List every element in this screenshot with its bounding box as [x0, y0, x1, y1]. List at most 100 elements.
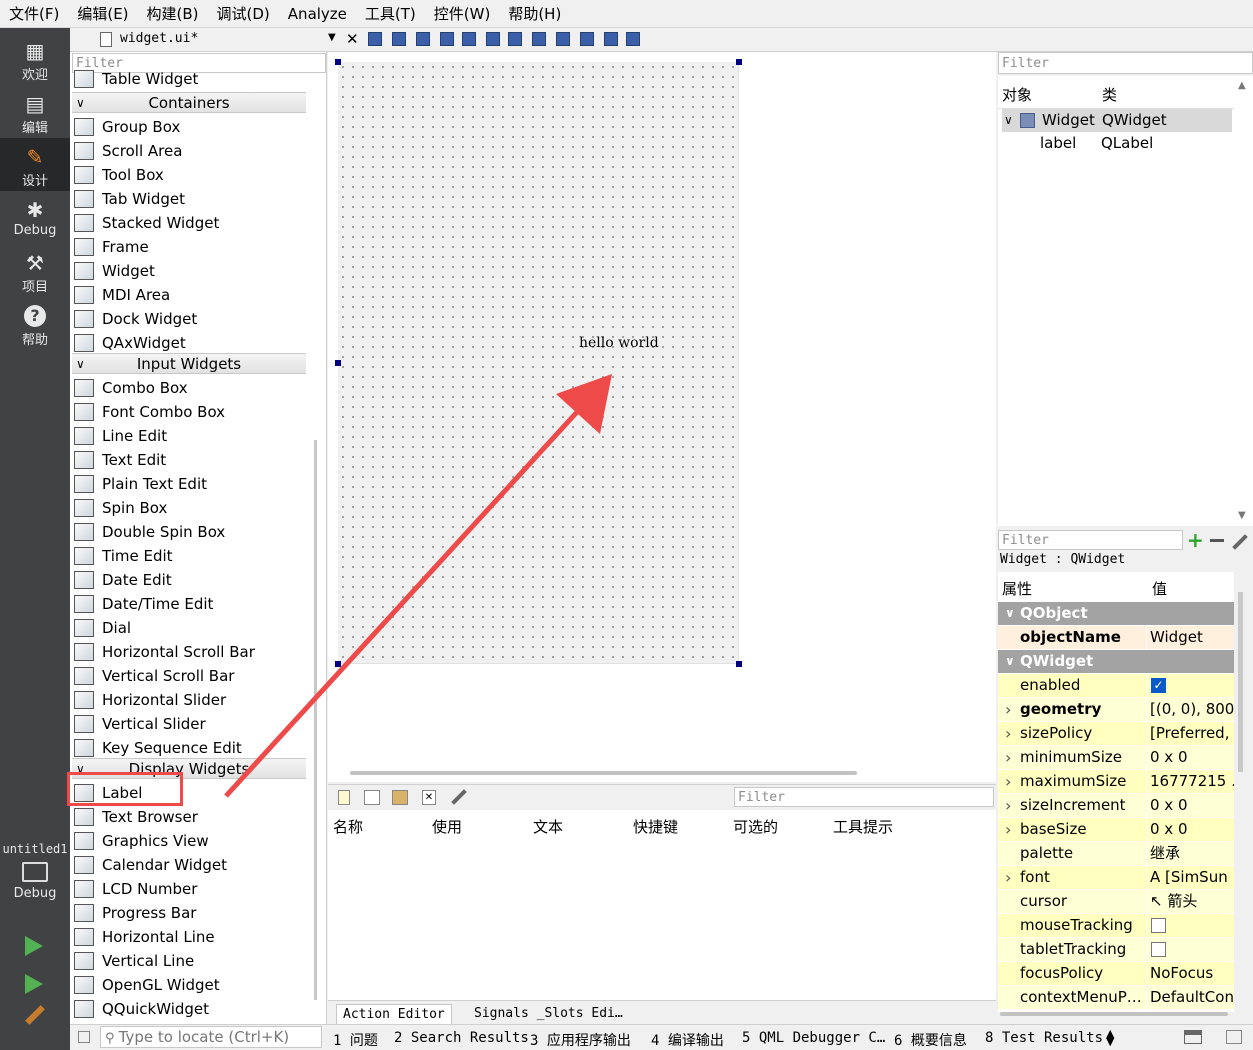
widget-item-font-combo-box[interactable]: Font Combo Box — [74, 400, 225, 424]
file-tab[interactable]: widget.ui* — [120, 31, 198, 46]
property-group-qwidget[interactable]: ∨ QWidget — [998, 650, 1234, 674]
property-row-sizepolicy[interactable]: › sizePolicy [Preferred, … — [998, 722, 1234, 746]
property-row-contextmenup[interactable]: contextMenuP… DefaultCon — [998, 986, 1234, 1010]
configure-action-icon[interactable] — [451, 789, 467, 805]
layout-tool-icon[interactable] — [368, 32, 382, 46]
mode-欢迎[interactable]: ▦ 欢迎 — [0, 32, 70, 85]
mode-帮助[interactable]: ? 帮助 — [0, 297, 70, 350]
menu-item-7[interactable]: 帮助(H) — [499, 0, 570, 28]
object-row-widget[interactable]: ∨ Widget QWidget — [1002, 109, 1232, 132]
widget-item-frame[interactable]: Frame — [74, 235, 149, 259]
property-value[interactable]: 0 x 0 — [1150, 746, 1234, 769]
widget-item-mdi-area[interactable]: MDI Area — [74, 283, 170, 307]
widget-box-scrollbar[interactable] — [314, 440, 317, 1000]
paste-action-icon[interactable] — [392, 790, 408, 805]
widget-item-graphics-view[interactable]: Graphics View — [74, 829, 209, 853]
hello-label[interactable]: hello world — [579, 335, 659, 351]
debug-run-button[interactable] — [25, 974, 43, 994]
checkbox-unchecked[interactable] — [1151, 942, 1166, 957]
run-button[interactable] — [25, 936, 43, 956]
widget-item-double-spin-box[interactable]: Double Spin Box — [74, 520, 225, 544]
selection-handle[interactable] — [335, 360, 341, 366]
property-value[interactable]: DefaultCon — [1150, 986, 1234, 1009]
delete-action-icon[interactable]: ✕ — [422, 790, 436, 805]
widget-item-vertical-line[interactable]: Vertical Line — [74, 949, 194, 973]
file-dropdown-icon[interactable]: ▼ — [328, 32, 336, 43]
category-containers[interactable]: ∨ Containers — [72, 92, 306, 113]
property-value[interactable]: [Preferred, … — [1150, 722, 1234, 745]
property-row-geometry[interactable]: › geometry [(0, 0), 800 … — [998, 698, 1234, 722]
property-row-cursor[interactable]: cursor ↖ 箭头 — [998, 890, 1234, 914]
sidebar-toggle-icon[interactable] — [78, 1031, 90, 1043]
output-tab-2[interactable]: 3 应用程序输出 — [530, 1030, 631, 1050]
action-editor-tab-1[interactable]: Signals _Slots Edi… — [468, 1004, 629, 1024]
property-value[interactable]: 继承 — [1150, 842, 1234, 865]
layout-tool-icon[interactable] — [604, 32, 618, 46]
widget-item-dial[interactable]: Dial — [74, 616, 131, 640]
property-row-basesize[interactable]: › baseSize 0 x 0 — [998, 818, 1234, 842]
property-row-font[interactable]: › font A [SimSun — [998, 866, 1234, 890]
property-value[interactable]: 0 x 0 — [1150, 818, 1234, 841]
layout-tool-icon[interactable] — [462, 32, 476, 46]
layout-tool-icon[interactable] — [440, 32, 454, 46]
menu-item-4[interactable]: Analyze — [279, 0, 356, 28]
widget-item-key-sequence-edit[interactable]: Key Sequence Edit — [74, 736, 242, 760]
action-column-header[interactable]: 使用 — [432, 816, 462, 837]
action-column-header[interactable]: 快捷键 — [633, 816, 678, 837]
configure-property-icon[interactable] — [1232, 534, 1248, 550]
add-property-icon[interactable]: + — [1187, 530, 1204, 550]
action-column-header[interactable]: 名称 — [333, 816, 363, 837]
selection-handle[interactable] — [736, 661, 742, 667]
widget-item-dock-widget[interactable]: Dock Widget — [74, 307, 197, 331]
property-value[interactable]: 16777215 … — [1150, 770, 1234, 793]
toggle-right-sidebar-icon[interactable] — [1226, 1030, 1242, 1044]
widget-item-vertical-slider[interactable]: Vertical Slider — [74, 712, 206, 736]
new-action-icon[interactable] — [338, 790, 350, 805]
layout-tool-icon[interactable] — [392, 32, 406, 46]
widget-item-table-widget[interactable]: Table Widget — [74, 67, 198, 91]
layout-tool-icon[interactable] — [580, 32, 594, 46]
widget-item-progress-bar[interactable]: Progress Bar — [74, 901, 196, 925]
widget-item-tab-widget[interactable]: Tab Widget — [74, 187, 185, 211]
layout-tool-icon[interactable] — [486, 32, 500, 46]
output-tab-1[interactable]: 2 Search Results — [394, 1030, 529, 1046]
widget-item-widget[interactable]: Widget — [74, 259, 155, 283]
widget-item-stacked-widget[interactable]: Stacked Widget — [74, 211, 219, 235]
mode-设计[interactable]: ✎ 设计 — [0, 138, 70, 191]
property-filter-input[interactable]: Filter — [998, 530, 1183, 550]
output-tab-3[interactable]: 4 编译输出 — [651, 1030, 724, 1050]
output-pane-arrows-icon[interactable]: ▲ ▼ — [1106, 1028, 1114, 1047]
property-row-mousetracking[interactable]: mouseTracking — [998, 914, 1234, 938]
property-value[interactable]: Widget — [1150, 626, 1234, 649]
copy-action-icon[interactable] — [364, 790, 380, 805]
layout-tool-icon[interactable] — [416, 32, 430, 46]
menu-item-3[interactable]: 调试(D) — [208, 0, 279, 28]
widget-item-time-edit[interactable]: Time Edit — [74, 544, 173, 568]
action-column-header[interactable]: 可选的 — [733, 816, 778, 837]
checkbox-unchecked[interactable] — [1151, 918, 1166, 933]
property-hscrollbar[interactable] — [1000, 1012, 1228, 1016]
widget-item-lcd-number[interactable]: LCD Number — [74, 877, 197, 901]
locator-input[interactable]: ⚲ Type to locate (Ctrl+K) — [100, 1026, 322, 1048]
menu-item-5[interactable]: 工具(T) — [356, 0, 425, 28]
kit-selector[interactable]: untitled1 Debug — [0, 838, 70, 914]
widget-item-spin-box[interactable]: Spin Box — [74, 496, 167, 520]
widget-item-horizontal-scroll-bar[interactable]: Horizontal Scroll Bar — [74, 640, 255, 664]
property-row-enabled[interactable]: enabled ✓ — [998, 674, 1234, 698]
widget-item-horizontal-slider[interactable]: Horizontal Slider — [74, 688, 226, 712]
widget-item-calendar-widget[interactable]: Calendar Widget — [74, 853, 227, 877]
property-value[interactable]: [(0, 0), 800 … — [1150, 698, 1234, 721]
widget-item-vertical-scroll-bar[interactable]: Vertical Scroll Bar — [74, 664, 234, 688]
property-value[interactable]: NoFocus — [1150, 962, 1234, 985]
widget-item-scroll-area[interactable]: Scroll Area — [74, 139, 182, 163]
widget-item-date-time-edit[interactable]: Date/Time Edit — [74, 592, 213, 616]
layout-tool-icon[interactable] — [626, 32, 640, 46]
layout-tool-icon[interactable] — [556, 32, 570, 46]
selection-handle[interactable] — [335, 661, 341, 667]
object-filter-input[interactable]: Filter — [998, 52, 1253, 74]
widget-item-combo-box[interactable]: Combo Box — [74, 376, 188, 400]
property-value[interactable]: 0 x 0 — [1150, 794, 1234, 817]
action-filter-input[interactable]: Filter — [734, 787, 994, 807]
property-value[interactable]: ↖ 箭头 — [1150, 890, 1234, 913]
layout-tool-icon[interactable] — [532, 32, 546, 46]
